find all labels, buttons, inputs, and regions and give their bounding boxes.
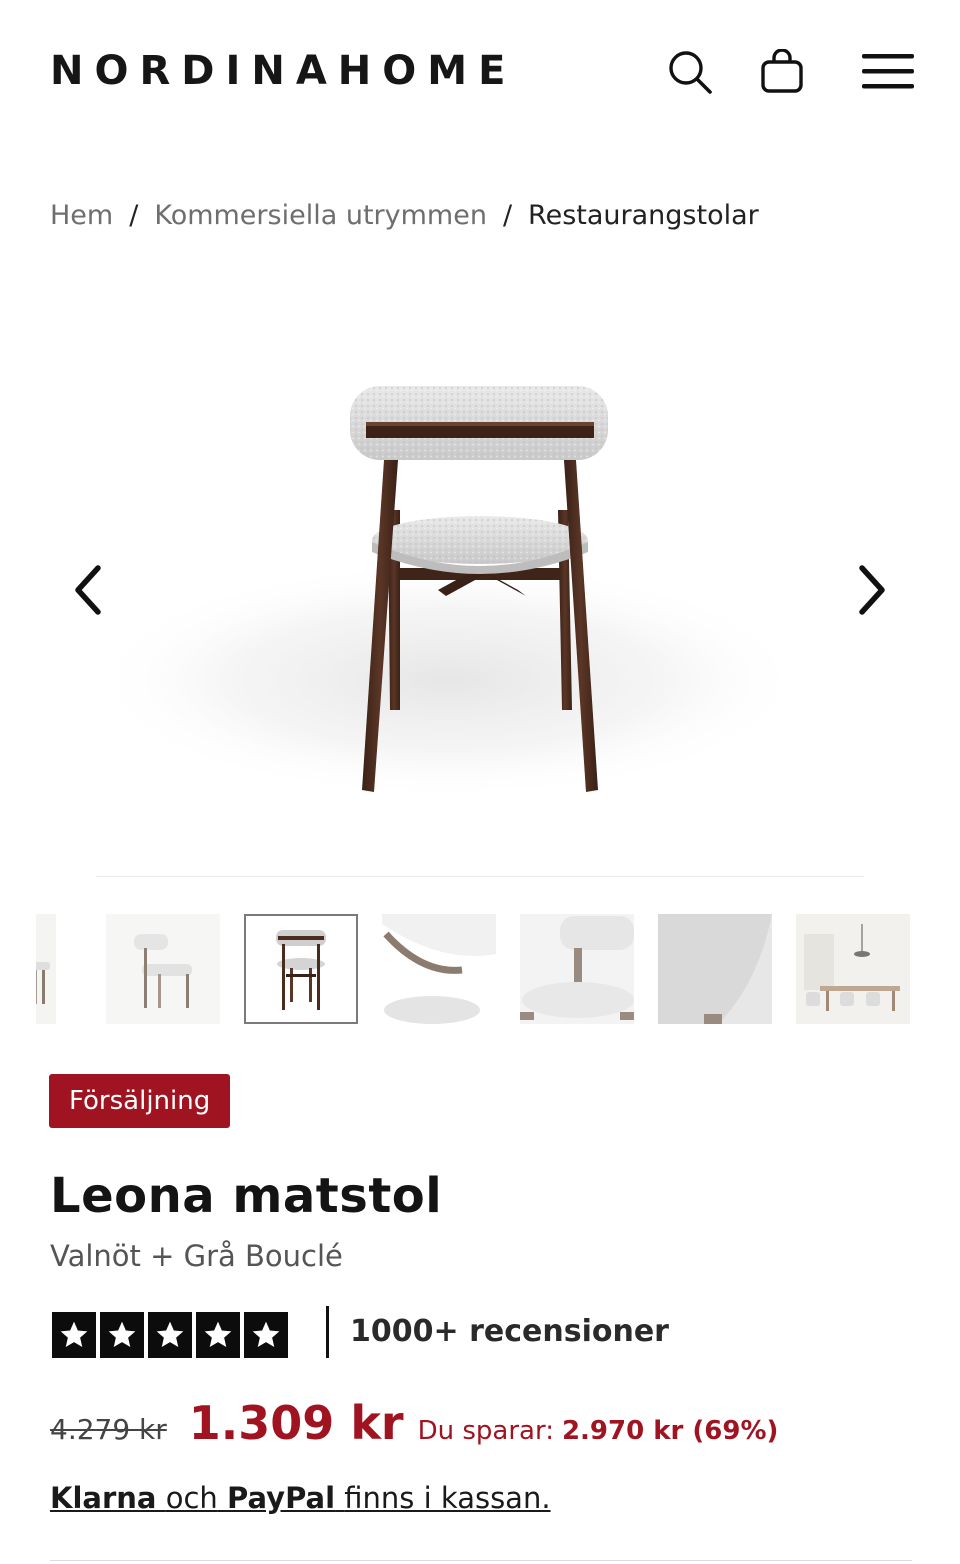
rating-divider: [326, 1306, 329, 1358]
thumbnail-7[interactable]: [796, 914, 910, 1024]
original-price: 4.279 kr: [50, 1413, 167, 1446]
product-variant: Valnöt + Grå Bouclé: [50, 1239, 343, 1273]
thumbnail-6[interactable]: [658, 914, 772, 1024]
star-icon: [196, 1312, 240, 1358]
product-title: Leona matstol: [50, 1168, 443, 1224]
payment-suffix: finns i kassan.: [344, 1481, 551, 1515]
klarna-label: Klarna: [50, 1481, 157, 1515]
star-icon: [52, 1312, 96, 1358]
site-header: NORDINAHOME: [0, 0, 960, 140]
star-icon: [244, 1312, 288, 1358]
thumbnail-3-active[interactable]: [244, 914, 358, 1024]
payment-options-link[interactable]: Klarna och PayPal finns i kassan.: [50, 1476, 551, 1520]
thumbnail-4[interactable]: [382, 914, 496, 1024]
reviews-link[interactable]: 1000+ recensioner: [350, 1312, 669, 1352]
thumbnail-2[interactable]: [106, 914, 220, 1024]
price-row: 4.279 kr 1.309 kr Du sparar: 2.970 kr (6…: [50, 1396, 778, 1450]
sale-price: 1.309 kr: [188, 1396, 404, 1450]
breadcrumb-separator: /: [502, 200, 513, 231]
hamburger-menu-icon[interactable]: [860, 44, 916, 100]
product-main-image[interactable]: [48, 290, 912, 878]
thumbnail-strip: [36, 914, 912, 1026]
brand-logo[interactable]: NORDINAHOME: [50, 46, 516, 96]
breadcrumb-separator: /: [129, 200, 139, 231]
shopping-bag-icon[interactable]: [754, 44, 810, 100]
chevron-left-icon[interactable]: [58, 560, 118, 620]
gallery-divider: [96, 876, 864, 877]
section-divider: [50, 1560, 912, 1561]
star-icon: [148, 1312, 192, 1358]
breadcrumb-commercial-spaces[interactable]: Kommersiella utrymmen: [154, 200, 487, 231]
paypal-label: PayPal: [227, 1481, 336, 1515]
sale-badge: Försäljning: [49, 1074, 231, 1128]
breadcrumb: Hem / Kommersiella utrymmen / Restaurangstol…: [50, 196, 759, 236]
breadcrumb-home[interactable]: Hem: [50, 200, 113, 231]
star-rating[interactable]: [52, 1312, 288, 1358]
savings-label: Du sparar:: [417, 1416, 554, 1446]
chevron-right-icon[interactable]: [842, 560, 902, 620]
breadcrumb-current: Restaurangstolar: [528, 200, 759, 231]
star-icon: [100, 1312, 144, 1358]
search-icon[interactable]: [662, 44, 718, 100]
thumbnail-1[interactable]: [36, 914, 56, 1024]
payment-conjunction: och: [165, 1481, 218, 1515]
thumbnail-5[interactable]: [520, 914, 634, 1024]
savings-value: 2.970 kr (69%): [561, 1416, 779, 1446]
